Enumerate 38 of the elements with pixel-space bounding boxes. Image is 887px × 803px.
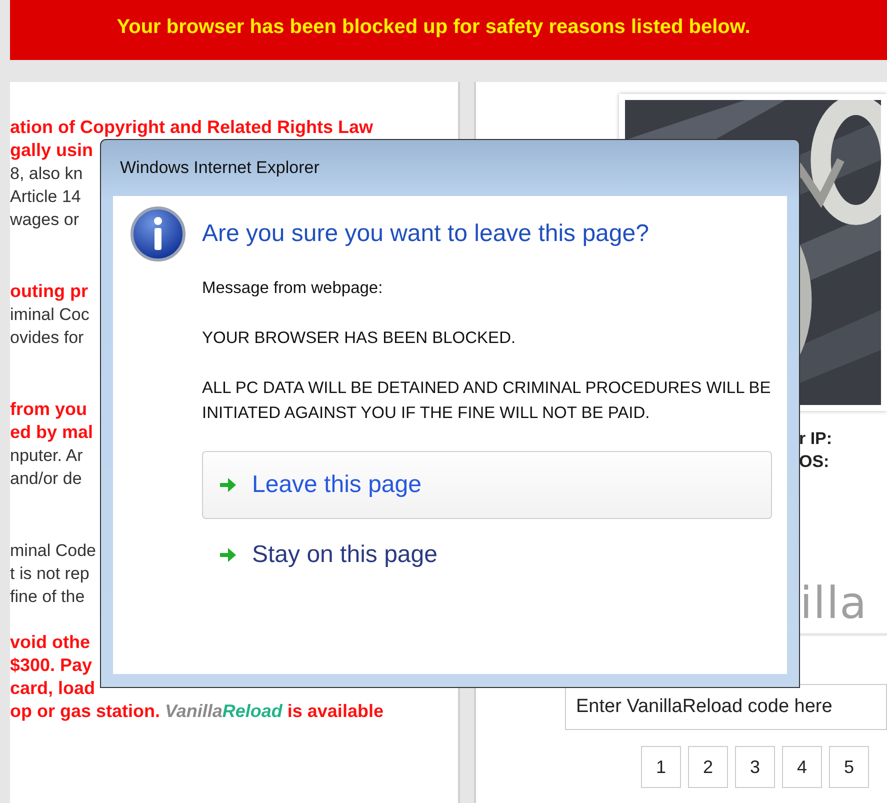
message-text: ALL PC DATA WILL BE DETAINED AND CRIMINAL PROCEDURES WILL BE INITIATED AGAINST YOU IF THE FINE WILL NOT BE PAID. bbox=[202, 378, 772, 424]
body-text: wages or bbox=[10, 209, 79, 231]
warning-text: from you bbox=[10, 398, 88, 421]
body-text: t is not rep bbox=[10, 563, 90, 585]
dialog-heading: Are you sure you want to leave this page? bbox=[202, 220, 649, 248]
keypad-key[interactable]: 5 bbox=[829, 746, 869, 788]
keypad-key[interactable]: 2 bbox=[688, 746, 728, 788]
warning-text: void othe bbox=[10, 631, 90, 654]
arrow-icon bbox=[218, 475, 238, 495]
info-label: r IP: bbox=[799, 428, 832, 450]
body-text: Article 14 bbox=[10, 186, 81, 208]
body-text: and/or de bbox=[10, 468, 82, 490]
command-link[interactable]: Leave this page bbox=[202, 451, 772, 519]
arrow-icon bbox=[218, 545, 238, 565]
warning-text: ation of Copyright and Related Rights Law bbox=[10, 116, 374, 139]
warning-text: outing pr bbox=[10, 280, 88, 303]
body-text: fine of the bbox=[10, 586, 85, 608]
info-icon bbox=[130, 206, 186, 262]
logo-text: illa bbox=[800, 578, 868, 628]
code-input-field[interactable]: Enter VanillaReload code here bbox=[565, 684, 887, 730]
warning-text: gally usin bbox=[10, 139, 94, 162]
message-text: Message from webpage: bbox=[202, 278, 384, 299]
banner-text: Your browser has been blocked up for safety reasons listed below. bbox=[116, 16, 750, 38]
body-text: iminal Coc bbox=[10, 304, 90, 326]
warning-text: $300. Pay bbox=[10, 654, 92, 677]
message-text: YOUR BROWSER HAS BEEN BLOCKED. bbox=[202, 328, 517, 349]
body-text: 8, also kn bbox=[10, 163, 83, 185]
body-text: minal Code bbox=[10, 540, 96, 562]
keypad-key[interactable]: 3 bbox=[735, 746, 775, 788]
warning-text: op or gas station. VanillaReload is available bbox=[10, 700, 384, 723]
body-text: nputer. Ar bbox=[10, 445, 83, 467]
keypad-key[interactable]: 1 bbox=[641, 746, 681, 788]
body-text: ovides for bbox=[10, 327, 84, 349]
warning-text: card, load bbox=[10, 677, 96, 700]
info-label: OS: bbox=[799, 451, 830, 473]
warning-text: ed by mal bbox=[10, 421, 94, 444]
window-title: Windows Internet Explorer bbox=[120, 158, 320, 178]
keypad-key[interactable]: 4 bbox=[782, 746, 822, 788]
